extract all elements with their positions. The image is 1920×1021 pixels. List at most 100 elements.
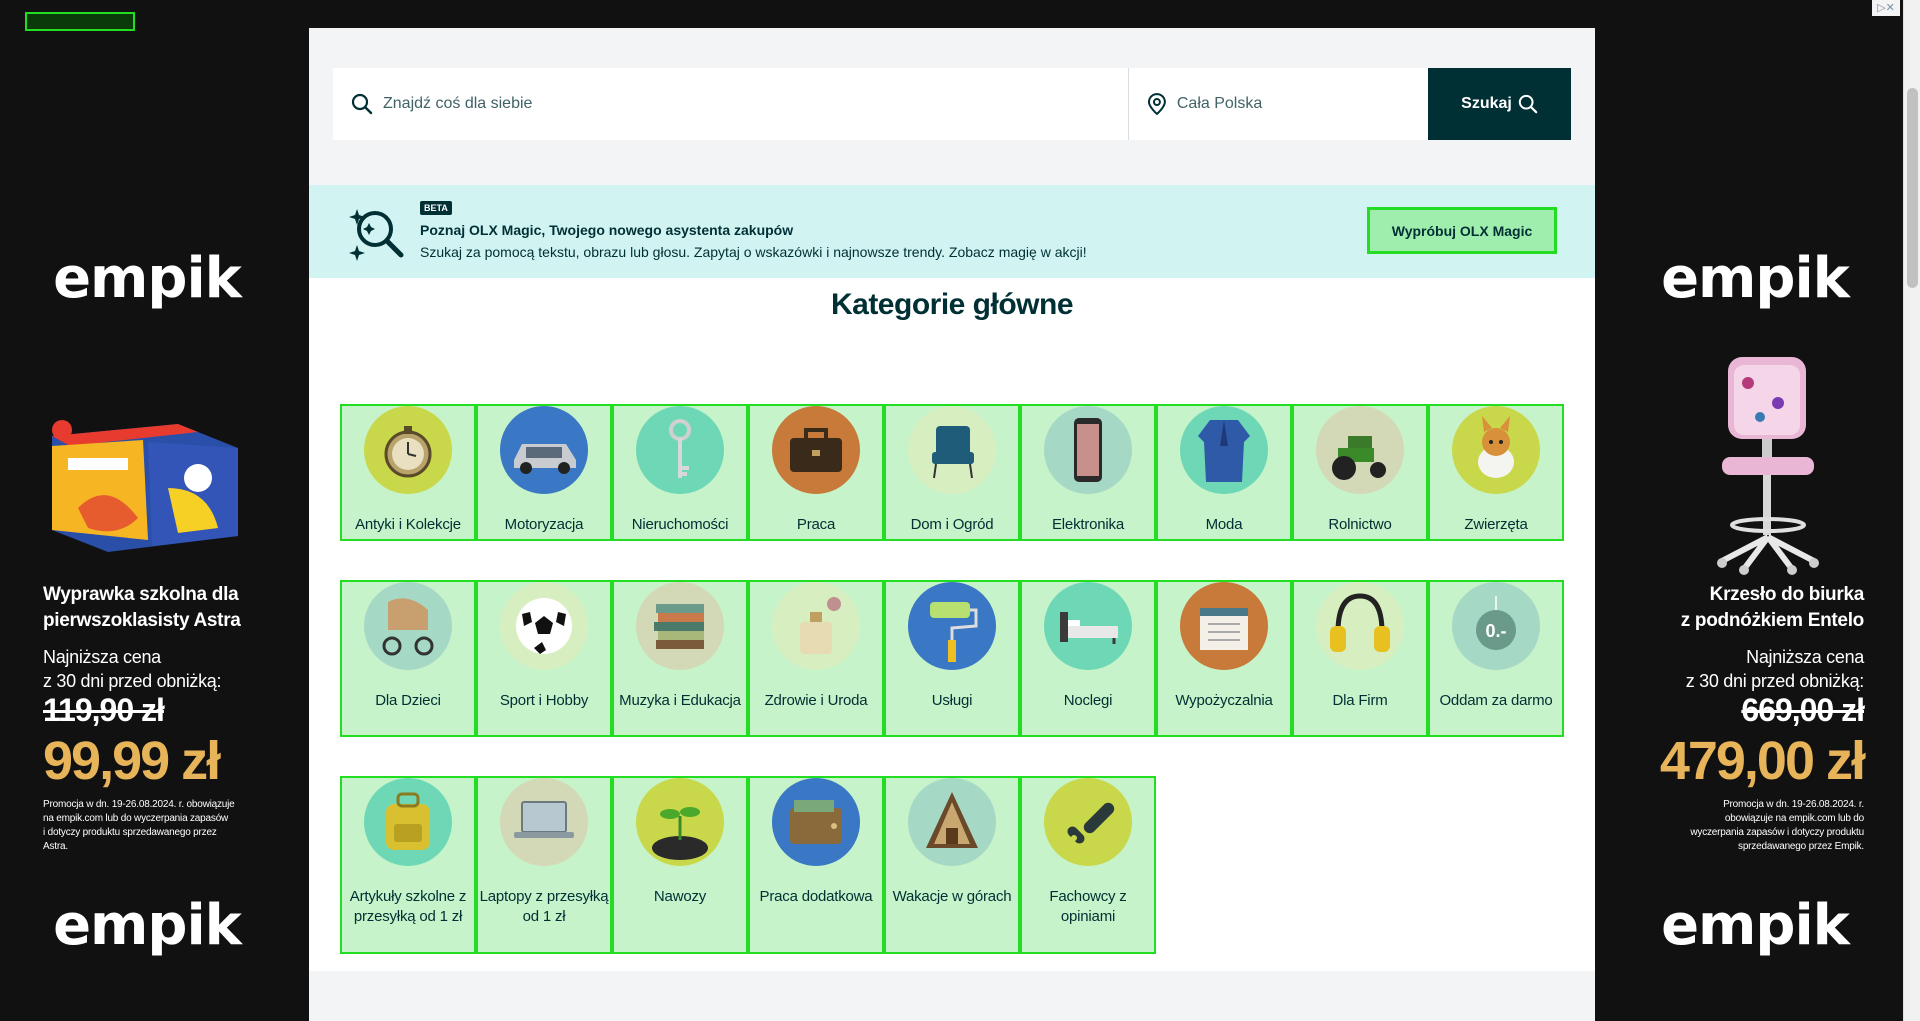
category-tile[interactable]: Laptopy z przesyłką od 1 zł — [476, 776, 612, 954]
checkmark-icon — [1044, 778, 1132, 866]
books-icon — [636, 582, 724, 670]
category-label: Usługi — [931, 692, 973, 709]
category-label: Wakacje w górach — [892, 888, 1012, 905]
ad-left-product-line1: Wyprawka szkolna dla — [43, 584, 239, 605]
ad-right-banner[interactable]: empik Krzesło do biurka z podnóżkiem Ent… — [1595, 0, 1904, 1021]
category-label: Elektronika — [1051, 516, 1124, 533]
ad-left-banner[interactable]: empik Wyprawka szkolna dla pierwszoklasi… — [0, 0, 309, 1021]
category-tile[interactable]: Sport i Hobby — [476, 580, 612, 737]
search-icon — [351, 93, 373, 115]
scrollbar-thumb[interactable] — [1907, 88, 1918, 288]
category-tile[interactable]: Usługi — [884, 580, 1020, 737]
empik-logo: empik — [53, 246, 242, 311]
ad-left-old-price: 119,90 zł — [43, 692, 165, 728]
category-tile[interactable]: Elektronika — [1020, 404, 1156, 541]
category-tile[interactable]: Wypożyczalnia — [1156, 580, 1292, 737]
free-tag-icon: 0.- — [1452, 582, 1540, 670]
bed-icon — [1044, 582, 1132, 670]
location-pin-icon — [1147, 93, 1166, 115]
ad-right-promo-line3: wyczerpania zapasów i dotyczy produktu — [1690, 827, 1864, 838]
robe-icon — [1180, 406, 1268, 494]
wallet-icon — [772, 778, 860, 866]
ad-left-product-line2: pierwszoklasisty Astra — [43, 610, 241, 631]
ad-right-lowest-price-line1: Najniższa cena — [1746, 647, 1864, 667]
try-olx-magic-button[interactable]: Wypróbuj OLX Magic — [1367, 207, 1557, 254]
pocket-watch-icon — [364, 406, 452, 494]
magic-title: Poznaj OLX Magic, Twojego nowego asysten… — [420, 222, 794, 238]
football-icon — [500, 582, 588, 670]
desk-chair-image — [1717, 357, 1819, 575]
category-tile[interactable]: Antyki i Kolekcje — [340, 404, 476, 541]
category-label: Laptopy z przesyłką od 1 zł — [479, 888, 609, 925]
search-input[interactable] — [383, 95, 1083, 113]
category-tile[interactable]: Praca dodatkowa — [748, 776, 884, 954]
category-tile[interactable]: Rolnictwo — [1292, 404, 1428, 541]
category-tile[interactable]: Zdrowie i Uroda — [748, 580, 884, 737]
ad-right-old-price: 669,00 zł — [1741, 692, 1865, 728]
key-icon — [636, 406, 724, 494]
perfume-icon — [772, 582, 860, 670]
car-icon — [500, 406, 588, 494]
category-tile[interactable]: Fachowcy z opiniami — [1020, 776, 1156, 954]
calendar-icon — [1180, 582, 1268, 670]
category-tile[interactable]: Dla Dzieci — [340, 580, 476, 737]
vertical-scrollbar[interactable] — [1903, 0, 1920, 1021]
location-input[interactable] — [1176, 95, 1428, 113]
ad-left-promo-line3: i dotyczy produktu sprzedawanego przez — [43, 827, 217, 838]
search-button-label: Szukaj — [1461, 95, 1512, 112]
ad-right-promo-line4: sprzedawanego przez Empik. — [1738, 841, 1864, 852]
search-field[interactable] — [333, 68, 1128, 140]
location-field[interactable] — [1128, 68, 1428, 140]
briefcase-icon — [772, 406, 860, 494]
category-label: Motoryzacja — [504, 516, 584, 533]
category-tile[interactable]: Nawozy — [612, 776, 748, 954]
category-label: Antyki i Kolekcje — [355, 516, 461, 533]
categories-heading: Kategorie główne — [830, 288, 1074, 321]
category-tile[interactable]: Dom i Ogród — [884, 404, 1020, 541]
search-button[interactable]: Szukaj — [1428, 68, 1571, 140]
category-label: Zwierzęta — [1464, 516, 1528, 533]
category-tile[interactable]: 0.- Oddam za darmo — [1428, 580, 1564, 737]
category-tile[interactable]: Motoryzacja — [476, 404, 612, 541]
categories-section: Kategorie główne Antyki i Kolekcje Motory… — [309, 278, 1595, 971]
category-tile[interactable]: Noclegi — [1020, 580, 1156, 737]
ad-left-lowest-price-line2: z 30 dni przed obniżką: — [43, 671, 222, 691]
empik-logo-bottom: empik — [53, 893, 242, 958]
category-label: Sport i Hobby — [499, 692, 589, 709]
category-label: Dom i Ogród — [910, 516, 994, 533]
category-tile[interactable]: Praca — [748, 404, 884, 541]
svg-text:0.-: 0.- — [1485, 621, 1506, 641]
category-tile[interactable]: Moda — [1156, 404, 1292, 541]
empik-logo: empik — [1661, 246, 1850, 311]
category-label: Noclegi — [1063, 692, 1113, 709]
category-tile[interactable]: Dla Firm — [1292, 580, 1428, 737]
school-kit-box-image — [52, 420, 238, 552]
search-icon — [1518, 94, 1538, 114]
category-label: Dla Dzieci — [375, 692, 441, 709]
main-content: Szukaj BETA Poznaj OLX Magic, Twojego no… — [309, 28, 1595, 1021]
category-tile[interactable]: Nieruchomości — [612, 404, 748, 541]
armchair-icon — [908, 406, 996, 494]
category-tile[interactable]: Zwierzęta — [1428, 404, 1564, 541]
category-label: Nawozy — [653, 888, 707, 905]
page-bottom-strip — [309, 971, 1595, 1021]
category-label: Nieruchomości — [631, 516, 729, 533]
category-label: Moda — [1205, 516, 1243, 533]
category-label: Muzyka i Edukacja — [619, 692, 741, 709]
category-tile[interactable]: Wakacje w górach — [884, 776, 1020, 954]
ad-right-promo-line1: Promocja w dn. 19-26.08.2024. r. — [1723, 799, 1864, 810]
sprout-icon — [636, 778, 724, 866]
backpack-icon — [364, 778, 452, 866]
category-tile[interactable]: Artykuły szkolne z przesyłką od 1 zł — [340, 776, 476, 954]
ad-left-lowest-price-line1: Najniższa cena — [43, 647, 161, 667]
dog-icon — [1452, 406, 1540, 494]
empik-logo-bottom: empik — [1661, 893, 1850, 958]
ad-left-promo-line4: Astra. — [43, 841, 68, 852]
category-label: Oddam za darmo — [1439, 692, 1553, 709]
paint-roller-icon — [908, 582, 996, 670]
category-label: Wypożyczalnia — [1175, 692, 1273, 709]
ad-right-new-price: 479,00 zł — [1659, 731, 1866, 791]
ad-right-lowest-price-line2: z 30 dni przed obniżką: — [1685, 671, 1865, 691]
category-tile[interactable]: Muzyka i Edukacja — [612, 580, 748, 737]
ad-right-product-line2: z podnóżkiem Entelo — [1680, 610, 1865, 631]
